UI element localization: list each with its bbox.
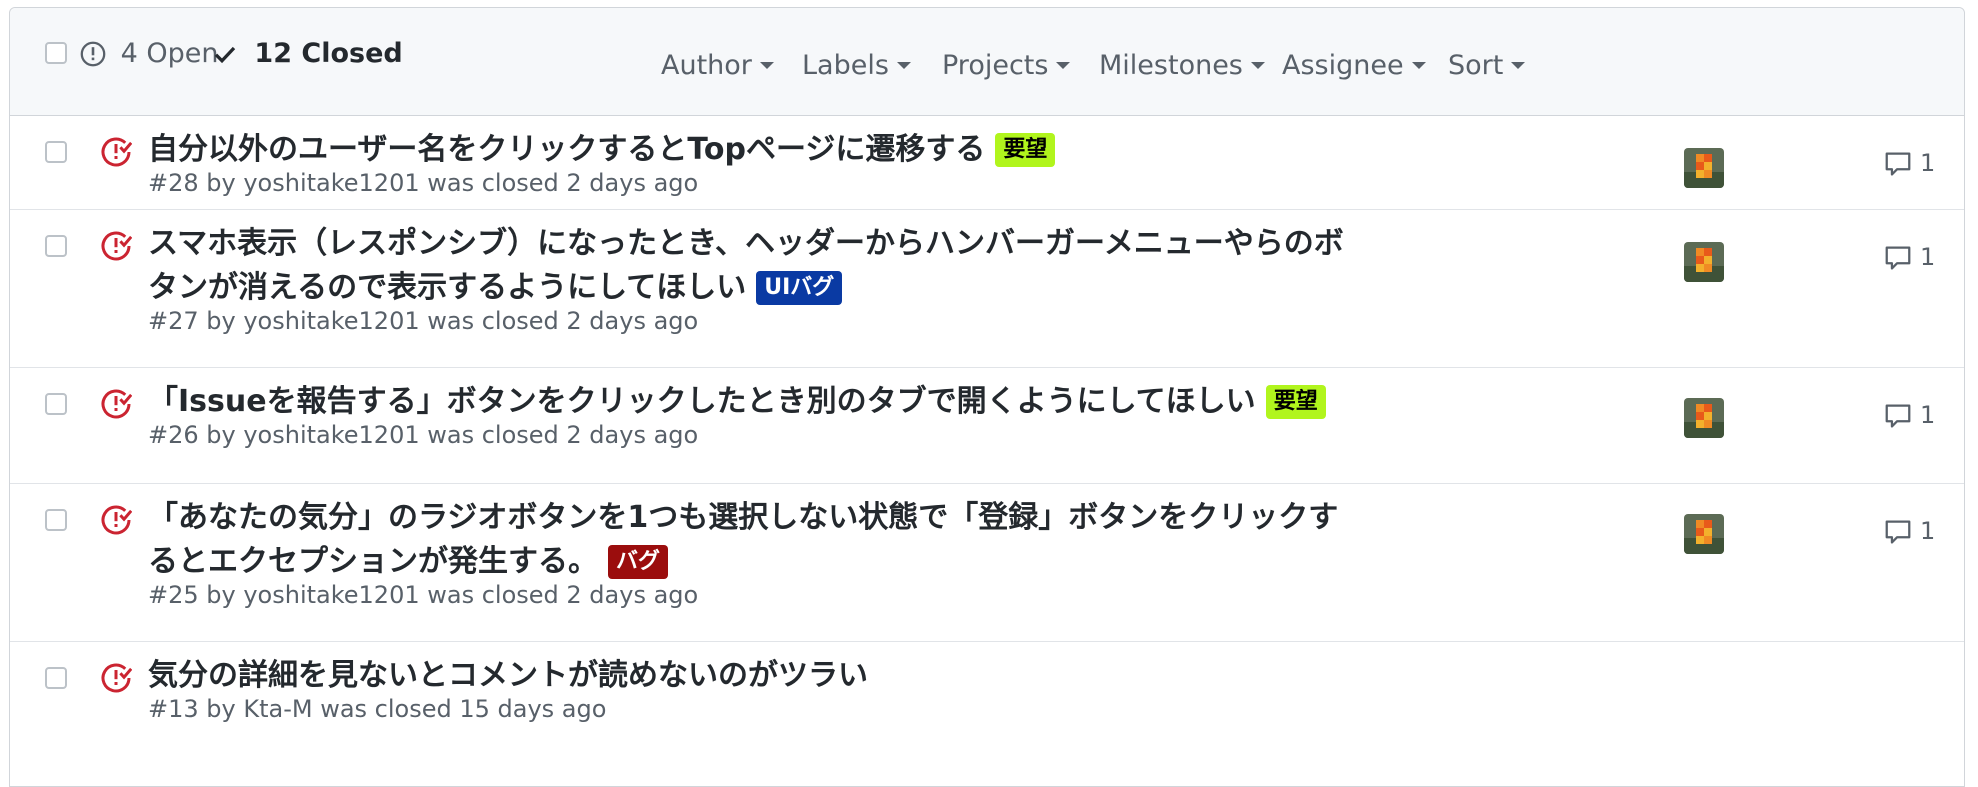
assignee-avatar[interactable]	[1684, 148, 1724, 188]
issue-title[interactable]: 自分以外のユーザー名をクリックするとTopページに遷移する 要望	[148, 128, 1448, 172]
caret-down-icon	[759, 62, 774, 69]
assignee-avatar[interactable]	[1684, 514, 1724, 554]
issues-list-box: 4 Open 12 Closed Author Labels Projects …	[9, 7, 1965, 787]
issue-label[interactable]: UIバグ	[756, 271, 843, 305]
comment-icon	[1885, 152, 1911, 176]
milestones-filter[interactable]: Milestones	[1099, 50, 1265, 82]
issue-title-text: 自分以外のユーザー名をクリックするとTopページに遷移する	[148, 132, 986, 167]
caret-down-icon	[896, 62, 911, 69]
issues-list-header: 4 Open 12 Closed Author Labels Projects …	[10, 8, 1964, 116]
assignee-avatar[interactable]	[1684, 242, 1724, 282]
author-filter[interactable]: Author	[661, 50, 774, 82]
caret-down-icon	[1056, 62, 1071, 69]
closed-issues-tab[interactable]: 12 Closed	[213, 38, 403, 70]
assignee-avatar[interactable]	[1684, 398, 1724, 438]
sort-filter-label: Sort	[1448, 50, 1504, 81]
issue-closed-icon	[101, 231, 132, 261]
avatar-image	[1684, 148, 1724, 188]
issue-checkbox[interactable]	[45, 393, 67, 415]
milestones-filter-label: Milestones	[1099, 50, 1243, 81]
comment-count: 1	[1920, 517, 1936, 545]
issue-closed-icon	[101, 389, 132, 419]
projects-filter[interactable]: Projects	[942, 50, 1071, 82]
issue-title[interactable]: スマホ表示（レスポンシブ）になったとき、ヘッダーからハンバーガーメニューやらのボ…	[148, 222, 1448, 310]
issue-row: 自分以外のユーザー名をクリックするとTopページに遷移する 要望 #28 by y…	[10, 116, 1964, 210]
caret-down-icon	[1250, 62, 1265, 69]
projects-filter-label: Projects	[942, 50, 1049, 81]
author-filter-label: Author	[661, 50, 752, 81]
labels-filter[interactable]: Labels	[802, 50, 911, 82]
issue-row: 「あなたの気分」のラジオボタンを1つも選択しない状態で「登録」ボタンをクリックす…	[10, 484, 1964, 642]
caret-down-icon	[1411, 62, 1426, 69]
issue-checkbox[interactable]	[45, 141, 67, 163]
issue-row: 気分の詳細を見ないとコメントが読めないのがツラい #13 by Kta-M wa…	[10, 642, 1964, 782]
issue-title-text: 「あなたの気分」のラジオボタンを1つも選択しない状態で「登録」ボタンをクリックす	[148, 500, 1339, 535]
check-icon	[214, 46, 236, 64]
open-issues-tab[interactable]: 4 Open	[80, 38, 218, 70]
comment-icon	[1885, 404, 1911, 428]
issue-title-text: るとエクセプションが発生する。	[148, 544, 598, 579]
comment-count: 1	[1920, 149, 1936, 177]
closed-count-label: 12 Closed	[254, 38, 403, 69]
issue-title-text: スマホ表示（レスポンシブ）になったとき、ヘッダーからハンバーガーメニューやらのボ	[148, 226, 1344, 261]
comments-link[interactable]: 1	[1884, 242, 1935, 272]
issue-opened-icon	[80, 41, 106, 67]
issue-label[interactable]: 要望	[1265, 385, 1326, 419]
avatar-image	[1684, 242, 1724, 282]
comments-link[interactable]: 1	[1884, 148, 1935, 178]
assignee-filter-label: Assignee	[1282, 50, 1404, 81]
issue-checkbox[interactable]	[45, 509, 67, 531]
assignee-filter[interactable]: Assignee	[1282, 50, 1426, 82]
sort-filter[interactable]: Sort	[1448, 50, 1526, 82]
issue-meta: #13 by Kta-M was closed 15 days ago	[148, 695, 607, 723]
comment-icon	[1885, 246, 1911, 270]
issue-title-text: 「Issueを報告する」ボタンをクリックしたとき別のタブで開くようにしてほしい	[148, 384, 1256, 419]
avatar-image	[1684, 398, 1724, 438]
issue-title[interactable]: 「あなたの気分」のラジオボタンを1つも選択しない状態で「登録」ボタンをクリックす…	[148, 496, 1448, 584]
issue-row: スマホ表示（レスポンシブ）になったとき、ヘッダーからハンバーガーメニューやらのボ…	[10, 210, 1964, 368]
issue-checkbox[interactable]	[45, 235, 67, 257]
issue-title[interactable]: 「Issueを報告する」ボタンをクリックしたとき別のタブで開くようにしてほしい要…	[148, 380, 1448, 424]
issue-meta: #27 by yoshitake1201 was closed 2 days a…	[148, 307, 699, 335]
issue-title-text: タンが消えるので表示するようにしてほしい	[148, 270, 747, 305]
issue-label[interactable]: 要望	[995, 133, 1056, 167]
comment-count: 1	[1920, 401, 1936, 429]
issue-closed-icon	[101, 505, 132, 535]
comment-icon	[1885, 520, 1911, 544]
comments-link[interactable]: 1	[1884, 516, 1935, 546]
labels-filter-label: Labels	[802, 50, 889, 81]
select-all-checkbox[interactable]	[45, 42, 67, 64]
issue-label[interactable]: バグ	[608, 545, 669, 579]
issue-meta: #25 by yoshitake1201 was closed 2 days a…	[148, 581, 699, 609]
issue-closed-icon	[101, 663, 132, 693]
issue-title-text: 気分の詳細を見ないとコメントが読めないのがツラい	[148, 658, 868, 693]
comments-link[interactable]: 1	[1884, 400, 1935, 430]
caret-down-icon	[1511, 62, 1526, 69]
issue-row: 「Issueを報告する」ボタンをクリックしたとき別のタブで開くようにしてほしい要…	[10, 368, 1964, 484]
issue-closed-icon	[101, 137, 132, 167]
comment-count: 1	[1920, 243, 1936, 271]
issue-title[interactable]: 気分の詳細を見ないとコメントが読めないのがツラい	[148, 654, 1448, 698]
avatar-image	[1684, 514, 1724, 554]
open-count-label: 4 Open	[120, 38, 219, 69]
issue-meta: #28 by yoshitake1201 was closed 2 days a…	[148, 169, 699, 197]
issue-meta: #26 by yoshitake1201 was closed 2 days a…	[148, 421, 699, 449]
issue-checkbox[interactable]	[45, 667, 67, 689]
